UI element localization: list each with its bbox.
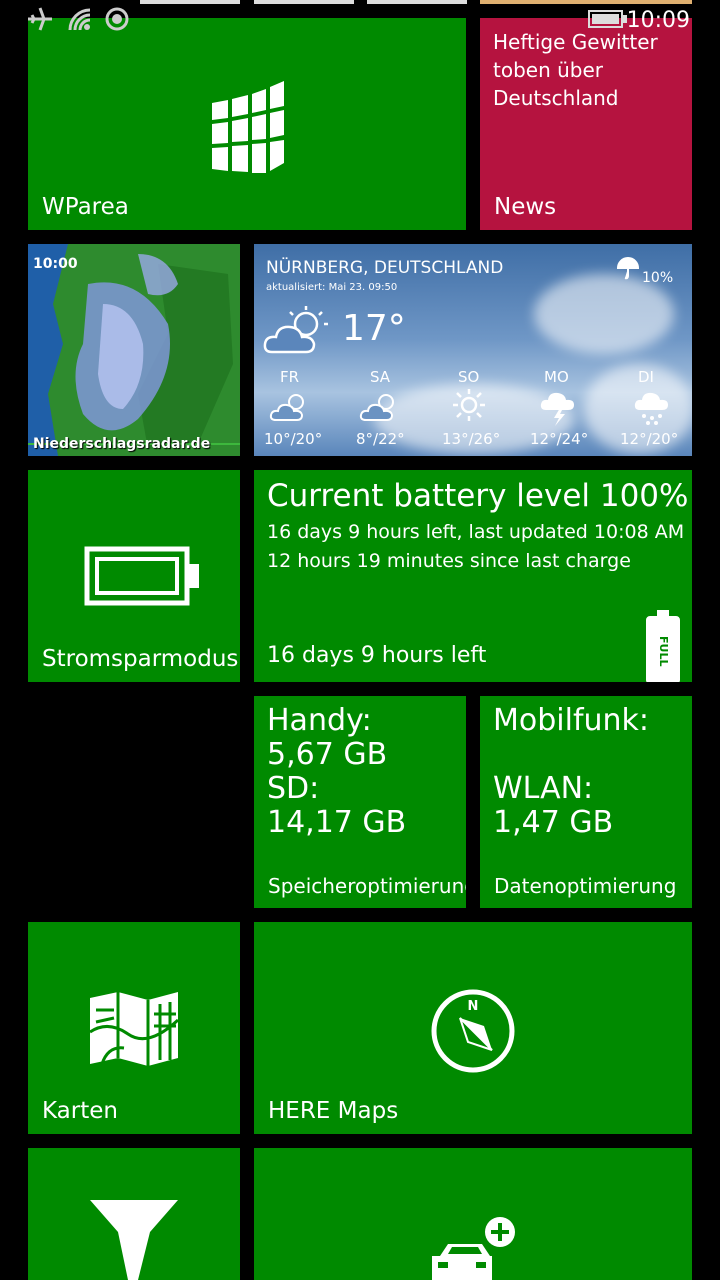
compass-icon: N (431, 989, 515, 1073)
thunderstorm-icon (540, 392, 574, 426)
forecast-day: DI (638, 368, 654, 386)
tile-stromsparmodus[interactable]: Stromsparmodus (28, 470, 240, 682)
partly-cloudy-icon (263, 306, 328, 354)
current-temp: 17° (342, 308, 406, 349)
tile-wparea[interactable]: WParea (28, 18, 466, 230)
tile-radar[interactable]: 10:00 Niederschlagsradar.de (28, 244, 240, 456)
tile-label: Stromsparmodus (42, 646, 239, 672)
full-battery-icon: FULL (646, 610, 680, 682)
weather-location: NÜRNBERG, DEUTSCHLAND (266, 258, 504, 278)
tile-label: Karten (42, 1098, 118, 1124)
storage-phone-value: 5,67 GB (267, 737, 388, 772)
sun-icon (453, 389, 485, 421)
car-add-icon (432, 1217, 515, 1280)
svg-text:N: N (468, 999, 479, 1014)
tile-data[interactable]: Mobilfunk: WLAN: 1,47 GB Datenoptimierun… (480, 696, 692, 908)
storage-sd-label: SD: (267, 771, 320, 806)
tile-here-maps[interactable]: N HERE Maps (254, 922, 692, 1134)
forecast-day: SA (370, 368, 391, 386)
forecast-temps: 12°/24° (530, 430, 589, 448)
app-strip (367, 0, 467, 4)
forecast-day: SO (458, 368, 480, 386)
storage-phone-label: Handy: (267, 703, 372, 738)
partly-cloudy-icon (269, 394, 304, 421)
rain-chance: 10% (642, 270, 674, 286)
rain-icon (634, 392, 668, 425)
forecast-temps: 13°/26° (442, 430, 501, 448)
battery-line1: 16 days 9 hours left, last updated 10:08… (267, 521, 685, 543)
navigation-arrow-icon (90, 1200, 178, 1280)
tile-label: Datenoptimierung (494, 874, 677, 898)
tile-battery-status[interactable]: Current battery level 100% 16 days 9 hou… (254, 470, 692, 682)
battery-title: Current battery level 100% (267, 478, 689, 514)
battery-icon (84, 546, 199, 606)
forecast-temps: 8°/22° (356, 430, 405, 448)
tile-storage[interactable]: Handy: 5,67 GB SD: 14,17 GB Speicheropti… (254, 696, 466, 908)
location-icon (105, 7, 129, 31)
battery-icon (588, 10, 627, 28)
tile-label: News (494, 194, 557, 220)
clock: 10:09 (626, 8, 690, 33)
data-wlan-value: 1,47 GB (493, 805, 614, 840)
battery-line2: 12 hours 19 minutes since last charge (267, 550, 631, 572)
tile-karten[interactable]: Karten (28, 922, 240, 1134)
airplane-icon (28, 7, 52, 31)
forecast-temps: 12°/20° (620, 430, 679, 448)
wparea-logo-icon (212, 81, 284, 173)
news-headline: Heftige Gewitter toben über Deutschland (493, 30, 658, 110)
forecast-day: MO (544, 368, 569, 386)
umbrella-icon (616, 257, 640, 280)
wifi-icon (68, 8, 91, 31)
partly-cloudy-icon (359, 394, 394, 421)
tile-news[interactable]: Heftige Gewitter toben über Deutschland … (480, 18, 692, 230)
tile-label: WParea (42, 194, 129, 220)
radar-map (28, 244, 240, 456)
app-strip (480, 0, 692, 4)
radar-source: Niederschlagsradar.de (33, 436, 211, 452)
tile-label: Speicheroptimierung (268, 874, 466, 898)
data-wlan-label: WLAN: (493, 771, 594, 806)
tile-here-drive[interactable] (28, 1148, 240, 1280)
full-badge: FULL (652, 625, 674, 677)
storage-sd-value: 14,17 GB (267, 805, 407, 840)
battery-time-left: 16 days 9 hours left (267, 643, 487, 668)
tile-label: HERE Maps (268, 1098, 399, 1124)
status-bar: 10:09 (0, 0, 720, 40)
weather-updated: aktualisiert: Mai 23. 09:50 (266, 282, 398, 293)
app-strip (254, 0, 354, 4)
radar-time: 10:00 (33, 256, 78, 272)
app-strip (140, 0, 240, 4)
tile-weather[interactable]: NÜRNBERG, DEUTSCHLAND aktualisiert: Mai … (254, 244, 692, 456)
map-icon (89, 992, 180, 1066)
data-mobile-label: Mobilfunk: (493, 703, 650, 738)
tile-car[interactable] (254, 1148, 692, 1280)
forecast-day: FR (280, 368, 300, 386)
forecast-temps: 10°/20° (264, 430, 323, 448)
